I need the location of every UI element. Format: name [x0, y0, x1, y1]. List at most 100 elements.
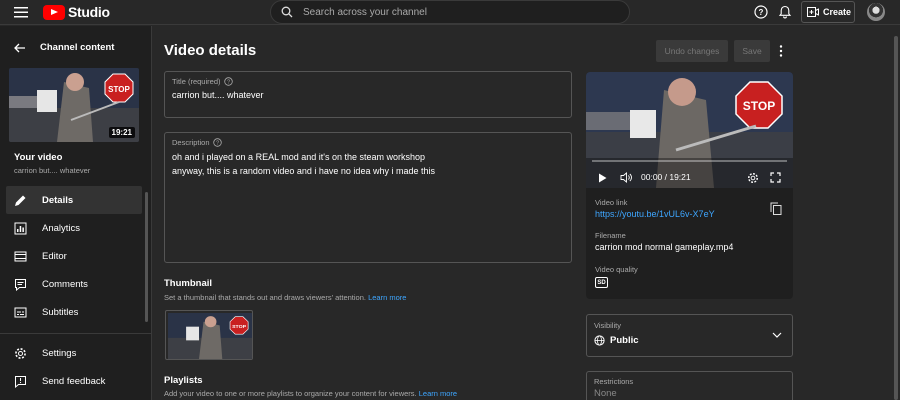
sidebar-item-label: Editor — [42, 250, 67, 262]
help-icon[interactable]: ? — [754, 5, 768, 19]
youtube-play-icon — [43, 4, 65, 20]
visibility-label: Visibility — [594, 321, 621, 330]
save-button[interactable]: Save — [734, 40, 770, 62]
create-label: Create — [823, 7, 852, 17]
duration-badge: 19:21 — [108, 127, 135, 138]
thumbnail-heading: Thumbnail — [164, 278, 213, 289]
search-icon — [281, 6, 293, 18]
thumbnail-option[interactable]: STOP — [165, 310, 253, 360]
page-title: Video details — [164, 42, 257, 59]
undo-changes-button[interactable]: Undo changes — [656, 40, 728, 62]
sidebar-item-details[interactable]: Details — [6, 186, 142, 214]
help-circle-icon[interactable]: ? — [223, 77, 233, 86]
title-field[interactable]: Title (required) ? carrion but.... whate… — [164, 71, 572, 118]
logo-text: Studio — [68, 4, 110, 20]
search-input[interactable] — [303, 6, 603, 18]
description-input[interactable]: oh and i played on a REAL mod and it's o… — [172, 150, 435, 178]
top-bar: Studio ? Create — [0, 0, 900, 25]
sidebar-scrollbar[interactable] — [145, 192, 148, 322]
sidebar-bottom-nav: Settings Send feedback — [6, 339, 142, 395]
restrictions-label: Restrictions — [594, 377, 634, 386]
sidebar-item-comments[interactable]: Comments — [6, 270, 142, 298]
thumbnail-description: Set a thumbnail that stands out and draw… — [164, 293, 406, 302]
avatar[interactable] — [867, 3, 885, 21]
video-link-label: Video link — [595, 198, 628, 207]
playlists-learn-more-link[interactable]: Learn more — [419, 389, 457, 398]
channel-content-label: Channel content — [40, 42, 115, 53]
hamburger-menu-icon[interactable] — [14, 5, 30, 19]
fullscreen-icon[interactable] — [770, 172, 781, 183]
channel-content-back[interactable]: Channel content — [14, 42, 114, 53]
description-field-label: Description ? — [172, 138, 222, 147]
search-box[interactable] — [270, 0, 630, 24]
description-label-text: Description — [172, 138, 210, 147]
main-content: Video details Undo changes Save Title (r… — [152, 26, 900, 400]
svg-text:?: ? — [226, 80, 229, 86]
sd-quality-badge: SD — [595, 277, 608, 288]
studio-logo[interactable]: Studio — [43, 4, 110, 20]
sidebar-item-label: Details — [42, 194, 74, 206]
comments-icon — [14, 278, 27, 291]
player-settings-gear-icon[interactable] — [747, 172, 759, 184]
gear-icon — [14, 347, 27, 360]
globe-icon — [594, 335, 605, 346]
subtitles-icon — [14, 306, 27, 319]
chevron-down-icon — [772, 331, 782, 339]
svg-text:STOP: STOP — [108, 85, 130, 94]
filename-value: carrion mod normal gameplay.mp4 — [595, 242, 734, 252]
sidebar-item-subtitles[interactable]: Subtitles — [6, 298, 142, 326]
sidebar-item-analytics[interactable]: Analytics — [6, 214, 142, 242]
feedback-icon — [14, 375, 27, 388]
pencil-icon — [14, 194, 27, 207]
title-label-text: Title (required) — [172, 77, 221, 86]
video-link[interactable]: https://youtu.be/1vUL6v-X7eY — [595, 209, 715, 219]
editor-icon — [14, 250, 27, 263]
visibility-value: Public — [594, 335, 639, 346]
video-thumbnail[interactable]: STOP 19:21 — [9, 68, 139, 142]
svg-text:?: ? — [759, 8, 764, 17]
video-preview-card: STOP 00:00 / 19:21 Video link https://yo… — [586, 72, 793, 299]
your-video-title: carrion but.... whatever — [14, 166, 91, 175]
description-line: anyway, this is a random video and i hav… — [172, 166, 435, 176]
sidebar-divider — [0, 333, 152, 334]
sidebar: Channel content STOP 19:21 Your video ca… — [0, 26, 152, 400]
sidebar-item-label: Analytics — [42, 222, 81, 234]
description-line: oh and i played on a REAL mod and it's o… — [172, 152, 426, 162]
restrictions-field[interactable]: Restrictions None — [586, 371, 793, 400]
playlists-subtitle: Add your video to one or more playlists … — [164, 389, 417, 398]
create-video-icon — [807, 7, 819, 17]
thumbnail-subtitle: Set a thumbnail that stands out and draw… — [164, 293, 366, 302]
sidebar-item-label: Comments — [42, 278, 88, 290]
main-scrollbar[interactable] — [894, 36, 898, 400]
analytics-icon — [14, 222, 27, 235]
sidebar-item-send-feedback[interactable]: Send feedback — [6, 367, 142, 395]
help-circle-icon[interactable]: ? — [212, 138, 222, 147]
your-video-label: Your video — [14, 152, 63, 163]
video-progress-bar[interactable] — [592, 160, 787, 162]
visibility-dropdown[interactable]: Visibility Public — [586, 314, 793, 357]
title-field-label: Title (required) ? — [172, 77, 233, 86]
sidebar-item-label: Subtitles — [42, 306, 79, 318]
title-input[interactable]: carrion but.... whatever — [172, 90, 264, 100]
play-icon[interactable] — [598, 173, 607, 183]
volume-icon[interactable] — [620, 172, 632, 183]
playlists-heading: Playlists — [164, 375, 203, 386]
create-button[interactable]: Create — [801, 1, 855, 23]
copy-icon[interactable] — [770, 202, 782, 215]
video-time: 00:00 / 19:21 — [641, 172, 691, 182]
restrictions-value: None — [594, 388, 617, 399]
sidebar-nav: Details Analytics Editor Comments Subtit… — [6, 186, 142, 326]
video-quality-label: Video quality — [595, 265, 638, 274]
sidebar-item-editor[interactable]: Editor — [6, 242, 142, 270]
sidebar-item-label: Send feedback — [42, 375, 106, 387]
svg-text:?: ? — [215, 141, 218, 147]
notifications-bell-icon[interactable] — [778, 5, 792, 19]
sidebar-item-settings[interactable]: Settings — [6, 339, 142, 367]
description-field[interactable]: Description ? oh and i played on a REAL … — [164, 132, 572, 263]
visibility-value-text: Public — [610, 335, 639, 346]
playlists-description: Add your video to one or more playlists … — [164, 389, 457, 398]
more-options-icon[interactable] — [776, 44, 786, 58]
video-player[interactable]: STOP 00:00 / 19:21 — [586, 72, 793, 188]
arrow-back-icon — [14, 43, 26, 53]
thumbnail-learn-more-link[interactable]: Learn more — [368, 293, 406, 302]
